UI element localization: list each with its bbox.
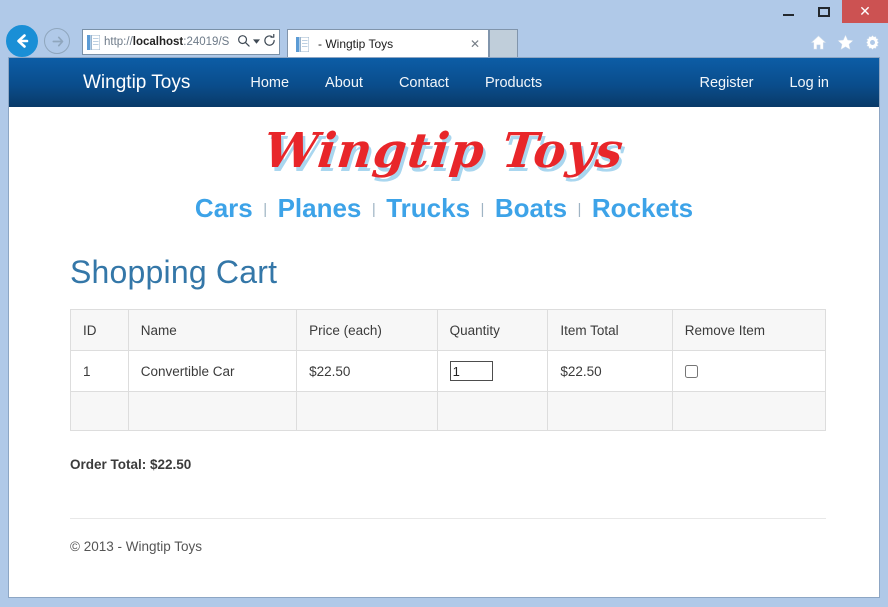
column-header-name: Name [128,310,296,351]
table-row-empty [71,392,826,431]
browser-window: ✕ [0,0,888,607]
category-separator: | [476,201,488,218]
category-link-boats[interactable]: Boats [493,193,569,223]
forward-button[interactable] [44,28,70,54]
footer-copyright: © 2013 - Wingtip Toys [70,539,821,554]
nav-link-contact[interactable]: Contact [381,75,467,91]
category-link-trucks[interactable]: Trucks [384,193,472,223]
cell-remove [672,351,825,392]
refresh-icon[interactable] [261,34,277,50]
site-logo[interactable]: Wingtip Toys [261,123,626,179]
page-content: Wingtip Toys Cars | Planes | Trucks | Bo… [9,107,879,554]
tab-favicon-icon [296,37,309,52]
home-icon[interactable] [806,30,830,54]
title-bar: ✕ [0,0,888,24]
cell-item-total: $22.50 [548,351,672,392]
table-header-row: ID Name Price (each) Quantity Item Total… [71,310,826,351]
column-header-item-total: Item Total [548,310,672,351]
remove-item-checkbox[interactable] [685,365,698,378]
cell-empty [297,392,437,431]
column-header-price: Price (each) [297,310,437,351]
browser-toolbar: http://localhost:24019/S [0,24,888,58]
shopping-cart-table: ID Name Price (each) Quantity Item Total… [70,309,826,431]
new-tab-button[interactable] [489,29,518,58]
category-link-planes[interactable]: Planes [276,193,364,223]
chevron-down-icon[interactable] [251,39,261,46]
quantity-input[interactable] [450,361,493,381]
window-controls: ✕ [770,0,888,24]
site-navbar: Wingtip Toys Home About Contact Products… [9,58,879,107]
back-arrow-icon [13,32,31,50]
tab-title: - Wingtip Toys [318,37,468,51]
address-url-text: http://localhost:24019/S [104,36,235,48]
logo-container: Wingtip Toys [9,107,879,179]
column-header-remove-item: Remove Item [672,310,825,351]
settings-icon[interactable] [860,30,884,54]
maximize-button[interactable] [806,0,842,23]
main-content: Shopping Cart ID Name Price (each) Quant… [9,254,879,554]
cell-quantity [437,351,548,392]
nav-link-register[interactable]: Register [681,75,771,91]
close-button[interactable]: ✕ [842,0,888,23]
nav-link-home[interactable]: Home [232,75,307,91]
cell-empty [548,392,672,431]
minimize-button[interactable] [770,0,806,23]
cell-empty [128,392,296,431]
page-document-icon [87,35,100,50]
favorites-icon[interactable] [833,30,857,54]
site-brand[interactable]: Wingtip Toys [83,72,190,94]
category-separator: | [574,201,586,218]
table-row: 1 Convertible Car $22.50 $22.50 [71,351,826,392]
nav-link-products[interactable]: Products [467,75,560,91]
footer-divider [70,518,826,519]
back-button[interactable] [6,25,38,57]
cell-empty [437,392,548,431]
tab-close-icon[interactable]: ✕ [468,37,482,51]
order-total-label: Order Total: $22.50 [70,457,821,472]
cell-id: 1 [71,351,129,392]
browser-tab[interactable]: - Wingtip Toys ✕ [287,29,489,58]
search-icon[interactable] [235,34,251,50]
column-header-quantity: Quantity [437,310,548,351]
category-separator: | [368,201,380,218]
cell-price: $22.50 [297,351,437,392]
nav-link-login[interactable]: Log in [771,75,847,91]
cell-name: Convertible Car [128,351,296,392]
nav-link-about[interactable]: About [307,75,381,91]
column-header-id: ID [71,310,129,351]
category-link-rockets[interactable]: Rockets [590,193,695,223]
cart-table-head: ID Name Price (each) Quantity Item Total… [71,310,826,351]
address-bar[interactable]: http://localhost:24019/S [82,29,280,55]
forward-arrow-icon [50,34,65,49]
cell-empty [71,392,129,431]
site-nav-account-links: Register Log in [681,75,847,91]
cell-empty [672,392,825,431]
toolbar-icon-group [806,30,884,54]
category-links: Cars | Planes | Trucks | Boats | Rockets [9,179,879,224]
cart-table-body: 1 Convertible Car $22.50 $22.50 [71,351,826,431]
category-separator: | [259,201,271,218]
page-viewport: Wingtip Toys Home About Contact Products… [8,57,880,598]
page-title: Shopping Cart [70,254,821,291]
category-link-cars[interactable]: Cars [193,193,255,223]
site-nav-links: Home About Contact Products [232,75,560,91]
